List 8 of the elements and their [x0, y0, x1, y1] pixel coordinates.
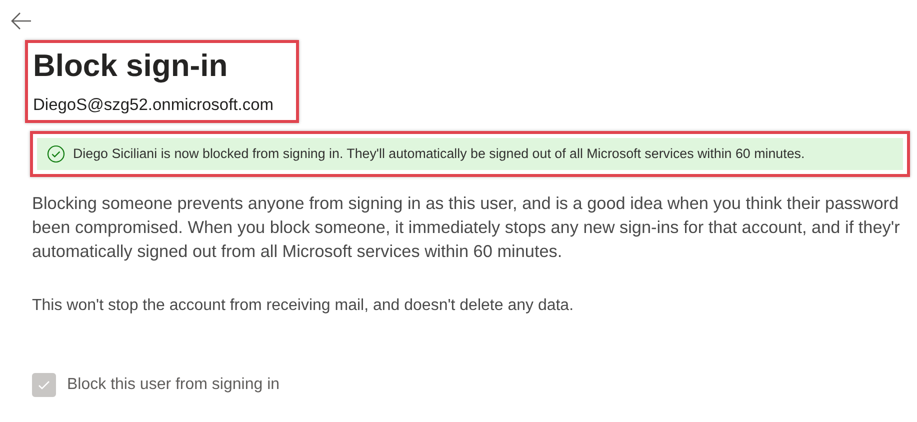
banner-text: Diego Siciliani is now blocked from signing in. They'll automatically be signed out of all Microsoft services within 60 minutes.: [73, 145, 805, 163]
page-title: Block sign-in: [33, 47, 229, 85]
back-arrow-icon[interactable]: [10, 12, 32, 30]
check-circle-icon: [47, 145, 65, 164]
checkbox-label: Block this user from signing in: [67, 375, 280, 396]
note-text: This won't stop the account from receiving mail, and doesn't delete any data.: [32, 296, 575, 316]
description-paragraph: Blocking someone prevents anyone from signing in as this user, and is a good idea when you think their password been compromised. When you block someone, it immediately stops any new sign-ins for that account, and if they'r automatically signed out from all Microsoft services within 60 minutes.: [32, 192, 901, 264]
user-email: DiegoS@szg52.onmicrosoft.com: [33, 95, 275, 116]
